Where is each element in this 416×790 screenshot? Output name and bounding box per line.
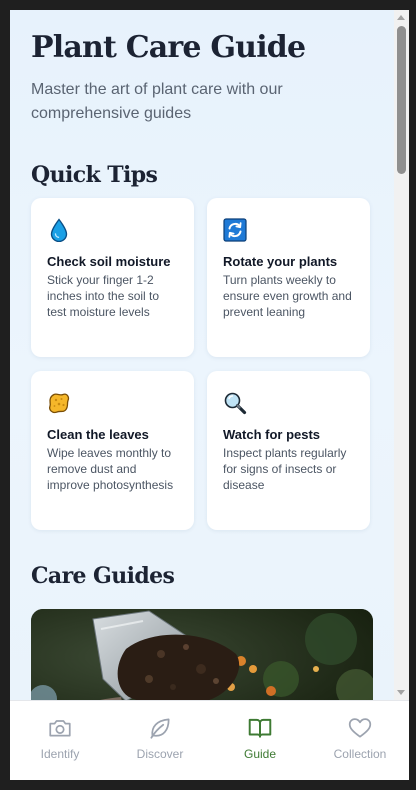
camera-icon [49,720,71,737]
book-icon [248,718,272,738]
bottom-nav: Identify Discover Guide Collection [10,700,409,780]
scrollbar[interactable] [394,10,409,700]
rotate-icon [223,218,247,242]
tip-title: Clean the leaves [47,427,149,442]
heart-icon [348,718,372,738]
care-guide-card[interactable] [31,609,373,700]
nav-item-discover[interactable]: Discover [120,715,200,761]
page-subtitle: Master the art of plant care with our co… [31,81,283,122]
water-drop-icon [50,218,68,242]
main-content: Plant Care Guide Master the art of plant… [10,10,394,700]
tip-text: Stick your finger 1-2 inches into the so… [47,273,160,319]
tip-text: Inspect plants regularly for signs of in… [223,446,347,492]
tip-card-clean-leaves[interactable]: Clean the leaves Wipe leaves monthly to … [31,371,194,530]
tip-title: Rotate your plants [223,254,338,269]
quick-tips-heading: Quick Tips [31,162,158,188]
nav-item-collection[interactable]: Collection [320,715,400,761]
nav-label: Collection [333,747,387,761]
nav-item-guide[interactable]: Guide [220,715,300,761]
scroll-thumb[interactable] [397,26,406,174]
magnifier-icon [224,392,247,415]
scroll-up-arrow-icon[interactable] [397,15,405,20]
tip-title: Check soil moisture [47,254,171,269]
tip-card-rotate-plants[interactable]: Rotate your plants Turn plants weekly to… [207,198,370,357]
tip-card-soil-moisture[interactable]: Check soil moisture Stick your finger 1-… [31,198,194,357]
nav-label: Identify [40,747,80,761]
care-guide-image [31,609,373,700]
leaf-icon [150,718,170,739]
tip-card-watch-pests[interactable]: Watch for pests Inspect plants regularly… [207,371,370,530]
nav-item-identify[interactable]: Identify [20,715,100,761]
tip-text: Wipe leaves monthly to remove dust and i… [47,446,174,492]
nav-label: Guide [243,747,277,761]
page-title: Plant Care Guide [31,30,306,65]
scroll-down-arrow-icon[interactable] [397,690,405,695]
care-guides-heading: Care Guides [31,563,175,589]
tip-text: Turn plants weekly to ensure even growth… [223,273,352,319]
sponge-icon [49,393,70,414]
nav-label: Discover [136,747,184,761]
app-frame: Plant Care Guide Master the art of plant… [10,10,409,780]
tip-title: Watch for pests [223,427,321,442]
